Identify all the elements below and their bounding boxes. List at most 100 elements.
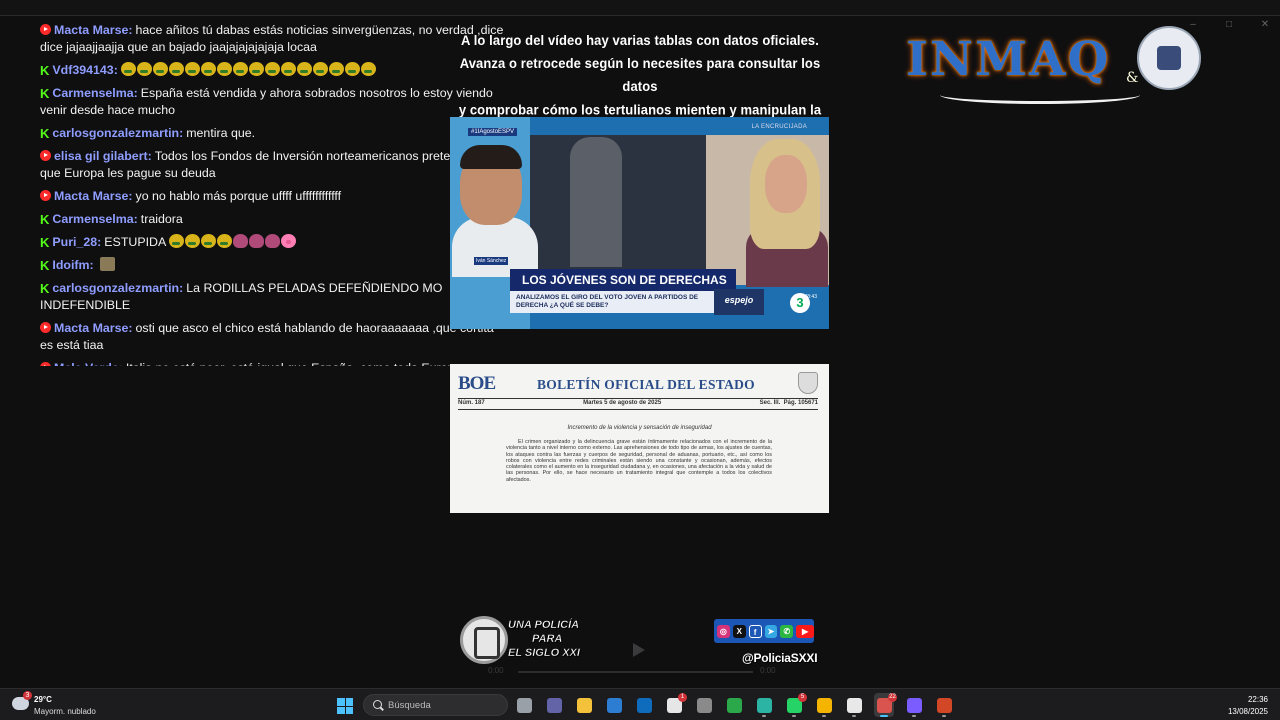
file-explorer-icon-glyph [576,697,592,713]
task-view-icon[interactable] [514,693,534,717]
chat-message: K Carmenselma: España está vendida y ahora… [40,85,505,119]
youtube-icon: ▶ [796,624,815,638]
channel-logo-icon: 3 [790,293,810,313]
windows-logo-icon [337,698,345,706]
logo-wordmark: INMAQ [906,32,1111,87]
streaming-app-icon[interactable]: 22 [874,693,897,717]
kick-icon: K [40,212,50,227]
chat-author[interactable]: Vdf394143: [52,63,117,77]
boe-date: Martes 5 de agosto de 2025 [583,400,662,406]
maximize-icon[interactable]: □ [1224,20,1234,30]
chat-author[interactable]: elisa gil gilabert: [54,149,152,163]
outlook-icon[interactable] [634,693,654,717]
host-face [765,155,807,213]
play-icon[interactable] [633,643,645,657]
logo-ampersand: & [1126,70,1139,86]
emote-icon [100,257,116,271]
settings-app-icon-glyph [696,697,712,713]
taskbar-search[interactable]: Búsqueda [363,694,508,716]
close-icon[interactable]: ✕ [1260,20,1270,30]
notification-badge: 1 [678,693,687,702]
store-icon-glyph [606,697,622,713]
chat-author[interactable]: Macta Marse: [54,321,133,335]
notification-badge: 5 [798,693,807,702]
live-chat: Macta Marse: hace añitos tú dabas estás n… [40,22,505,374]
sick-face-emote-icon [360,62,376,76]
youtube-icon [40,190,51,201]
sick-face-emote-icon [120,62,136,76]
chat-author[interactable]: Idoifm: [52,258,93,272]
emote-icon [201,234,217,248]
file-explorer-icon[interactable] [574,693,594,717]
system-clock[interactable]: 22:36 13/08/2025 [1228,694,1268,718]
sick-face-emote-icon [296,62,312,76]
kick-icon: K [40,86,50,101]
weather-condition: Mayorm. nublado [34,707,96,716]
capcut-icon-glyph [846,697,862,713]
police-badge-icon [460,616,508,664]
boe-page: Pág. 105671 [783,400,818,406]
kick-icon: K [40,126,50,141]
chat-author[interactable]: carlosgonzalezmartin: [52,126,183,140]
chat-author[interactable]: Carmenselma: [52,86,137,100]
settings-app-icon[interactable] [694,693,714,717]
chat-text: traidora [140,212,183,226]
store-icon[interactable] [604,693,624,717]
windows-logo-icon [337,706,345,714]
chrome-icon-glyph [816,697,832,713]
chat-fade [40,366,505,374]
video-corner-label: LA ENCRUCIJADA [751,124,807,130]
logo-swoosh [940,86,1140,104]
emote-icon [233,234,249,248]
boe-title: BOLETÍN OFICIAL DEL ESTADO [537,377,755,392]
sick-face-emote-icon [216,62,232,76]
chat-text: yo no hablo más porque uffff uffffffffff… [135,189,342,203]
weather-badge: 3 [23,691,32,700]
banner-line-1: UNA POLICÍA [508,619,580,631]
whatsapp-icon: ✆ [780,624,794,638]
chrome-icon[interactable] [814,693,834,717]
start-button[interactable] [337,698,353,714]
teams-icon[interactable] [544,693,564,717]
sick-face-emote-icon [152,62,168,76]
youtube-icon [40,24,51,35]
chat-author[interactable]: carlosgonzalezmartin: [52,281,183,295]
divider [458,409,818,410]
chat-message: K Carmenselma: traidora [40,211,505,228]
caption-line-1: A lo largo del vídeo hay varias tablas c… [461,32,819,49]
guest-name-tag: Iván Sánchez [474,257,509,265]
camtasia-icon[interactable] [724,693,744,717]
chat-author[interactable]: Carmenselma: [52,212,137,226]
sick-face-emote-icon [136,62,152,76]
chat-message: Kcarlosgonzalezmartin: mentira que. [40,125,505,142]
chat-message: K Puri_28: ESTUPIDA [40,234,505,251]
edge-icon[interactable] [754,693,774,717]
whatsapp-icon[interactable]: 5 [784,693,807,717]
kick-icon: K [40,281,50,296]
divider [458,398,818,399]
chat-author[interactable]: Puri_28: [52,235,101,249]
windows-logo-icon [345,706,353,714]
obs-icon[interactable] [904,693,924,717]
emote-icon [169,234,185,248]
chat-text: mentira que. [186,126,256,140]
caption-line-2: Avanza o retrocede según lo necesites pa… [459,55,821,95]
capcut-icon[interactable] [844,693,864,717]
boe-meta: Núm. 187 Martes 5 de agosto de 2025 Sec.… [458,400,818,406]
clock-date: 13/08/2025 [1227,707,1268,716]
video-hashtag: #1IAgostoESPV [468,128,518,136]
chat-author[interactable]: Macta Marse: [54,189,133,203]
sick-face-emote-icon [184,62,200,76]
weather-widget[interactable]: 3 29°C Mayorm. nublado [10,691,120,718]
tv-clip[interactable]: #1IAgostoESPV LA ENCRUCIJADA Iván Sánche… [450,117,829,329]
video-subline: ANALIZAMOS EL GIRO DEL VOTO JOVEN A PART… [510,291,728,313]
sick-face-emote-icon [264,62,280,76]
chatgpt-icon[interactable]: 1 [664,693,687,717]
powerpoint-icon[interactable] [934,693,954,717]
chat-author[interactable]: Macta Marse: [54,23,133,37]
social-icons: ◎ X f ➤ ✆ ▶ [714,619,815,643]
sick-face-emote-icon [328,62,344,76]
inmaq-logo: INMAQ & [900,26,1210,104]
emote-icon [265,234,281,248]
seek-bar[interactable] [518,671,753,673]
